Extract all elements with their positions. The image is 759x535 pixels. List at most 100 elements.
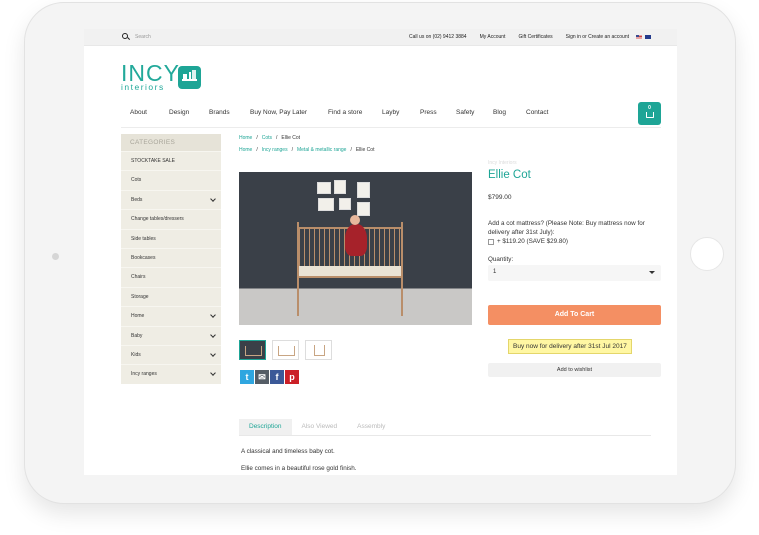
mattress: [299, 266, 401, 276]
cart-button[interactable]: 0: [638, 102, 661, 125]
nav-buy-now-pay-later[interactable]: Buy Now, Pay Later: [250, 109, 328, 116]
nav-safety[interactable]: Safety: [456, 109, 493, 116]
sidebar-item-label: Cots: [131, 177, 142, 184]
product-price: $799.00: [488, 194, 512, 201]
tab-assembly[interactable]: Assembly: [347, 419, 395, 435]
pinterest-icon[interactable]: p: [285, 370, 299, 384]
addon-option-label: + $119.20 (SAVE $29.80): [497, 238, 569, 245]
product-thumbnails: [239, 340, 332, 360]
sidebar-item-kids[interactable]: Kids: [121, 344, 221, 364]
nav-contact[interactable]: Contact: [526, 109, 566, 116]
chevron-down-icon[interactable]: [210, 351, 216, 357]
search-input[interactable]: Search: [135, 34, 151, 40]
breadcrumb-metal-range[interactable]: Metal & metallic range: [297, 147, 346, 153]
us-flag-icon[interactable]: [636, 35, 642, 39]
au-flag-icon[interactable]: [645, 35, 651, 39]
nav-design[interactable]: Design: [169, 109, 209, 116]
thumbnail[interactable]: [239, 340, 266, 360]
wall-art: [339, 198, 351, 210]
gift-certificates-link[interactable]: Gift Certificates: [518, 34, 552, 40]
sidebar-item-beds[interactable]: Beds: [121, 189, 221, 209]
sidebar-item-label: Chairs: [131, 274, 146, 281]
sidebar-item-label: Bookcases: [131, 254, 156, 261]
utility-bar: Search Call us on (02) 9412 3884 My Acco…: [84, 29, 677, 46]
wall-art: [334, 180, 346, 194]
quantity-select[interactable]: 1: [488, 265, 661, 281]
browser-screen: Search Call us on (02) 9412 3884 My Acco…: [84, 29, 677, 475]
sidebar-item-storage[interactable]: Storage: [121, 286, 221, 306]
nav-about[interactable]: About: [130, 109, 169, 116]
search-box[interactable]: Search: [121, 32, 151, 42]
description-text: Ellie comes in a beautiful rose gold fin…: [241, 465, 357, 472]
nav-blog[interactable]: Blog: [493, 109, 526, 116]
thumbnail[interactable]: [272, 340, 299, 360]
nav-divider: [121, 127, 661, 128]
nav-press[interactable]: Press: [420, 109, 456, 116]
wall-art: [357, 182, 370, 198]
sidebar-item-label: Storage: [131, 293, 149, 300]
breadcrumb-secondary: Home / Incy ranges / Metal & metallic range /…: [239, 147, 375, 153]
sidebar-item-label: Change tables/dressers: [131, 216, 184, 223]
thumbnail[interactable]: [305, 340, 332, 360]
add-to-wishlist-button[interactable]: Add to wishlist: [488, 363, 661, 377]
phone-link[interactable]: Call us on (02) 9412 3884: [409, 34, 467, 40]
sidebar-item-label: STOCKTAKE SALE: [131, 158, 175, 164]
facebook-icon[interactable]: f: [270, 370, 284, 384]
sidebar-item-change-tables[interactable]: Change tables/dressers: [121, 209, 221, 228]
sidebar-item-side-tables[interactable]: Side tables: [121, 228, 221, 248]
sign-in-link[interactable]: Sign in or Create an account: [566, 34, 629, 40]
sidebar-item-chairs[interactable]: Chairs: [121, 267, 221, 286]
chevron-down-icon[interactable]: [210, 331, 216, 338]
site-logo[interactable]: INCY interiors: [121, 60, 201, 92]
sidebar-item-baby[interactable]: Baby: [121, 325, 221, 345]
my-account-link[interactable]: My Account: [480, 34, 506, 40]
breadcrumb-cots[interactable]: Cots: [262, 135, 272, 141]
breadcrumb-incy-ranges[interactable]: Incy ranges: [262, 147, 288, 153]
breadcrumb-current: Ellie Cot: [281, 135, 301, 141]
delivery-promo: Buy now for delivery after 31st Jul 2017: [508, 339, 632, 354]
sidebar-item-label: Beds: [131, 196, 143, 203]
search-icon[interactable]: [121, 32, 131, 42]
share-buttons: t ✉ f p: [240, 370, 299, 384]
chevron-down-icon[interactable]: [210, 370, 216, 377]
camera-icon: [52, 253, 59, 260]
add-to-cart-button[interactable]: Add To Cart: [488, 305, 661, 325]
main-nav: About Design Brands Buy Now, Pay Later F…: [130, 109, 566, 116]
sidebar-heading: CATEGORIES: [121, 134, 221, 151]
breadcrumb: Home / Cots / Ellie Cot: [239, 135, 301, 141]
sidebar-item-label: Home: [131, 313, 145, 320]
nav-find-a-store[interactable]: Find a store: [328, 109, 382, 116]
product-brand[interactable]: Incy Interiors: [488, 160, 517, 166]
tab-also-viewed[interactable]: Also Viewed: [292, 419, 348, 435]
twitter-icon[interactable]: t: [240, 370, 254, 384]
wall-art: [317, 182, 331, 194]
sidebar-item-incy-ranges[interactable]: Incy ranges: [121, 364, 221, 383]
child-figure: [345, 224, 367, 256]
breadcrumb-home[interactable]: Home: [239, 135, 252, 141]
sidebar-item-cots[interactable]: Cots: [121, 170, 221, 189]
addon-question: Add a cot mattress? (Please Note: Buy ma…: [488, 220, 645, 236]
addon-checkbox[interactable]: [488, 238, 494, 245]
sidebar-item-home[interactable]: Home: [121, 306, 221, 325]
nav-brands[interactable]: Brands: [209, 109, 250, 116]
chevron-down-icon[interactable]: [210, 312, 216, 318]
home-button[interactable]: [690, 237, 724, 271]
breadcrumb-current: Ellie Cot: [355, 147, 375, 153]
wall-art: [357, 202, 370, 216]
email-icon[interactable]: ✉: [255, 370, 269, 384]
addon-option[interactable]: + $119.20 (SAVE $29.80): [488, 238, 568, 245]
tab-description[interactable]: Description: [239, 419, 292, 435]
product-main-image[interactable]: [239, 172, 472, 325]
product-title: Ellie Cot: [488, 169, 531, 181]
cart-count: 0: [648, 105, 651, 111]
logo-word: INCY: [121, 60, 180, 86]
description-text: A classical and timeless baby cot.: [241, 448, 335, 455]
nav-layby[interactable]: Layby: [382, 109, 420, 116]
utility-links: Call us on (02) 9412 3884 My Account Gif…: [409, 34, 651, 40]
breadcrumb-home[interactable]: Home: [239, 147, 252, 153]
sidebar-item-bookcases[interactable]: Bookcases: [121, 247, 221, 267]
sidebar-item-stocktake-sale[interactable]: STOCKTAKE SALE: [121, 151, 221, 170]
chevron-down-icon[interactable]: [210, 195, 216, 202]
sidebar-item-label: Side tables: [131, 235, 156, 242]
sidebar-item-label: Baby: [131, 332, 143, 339]
